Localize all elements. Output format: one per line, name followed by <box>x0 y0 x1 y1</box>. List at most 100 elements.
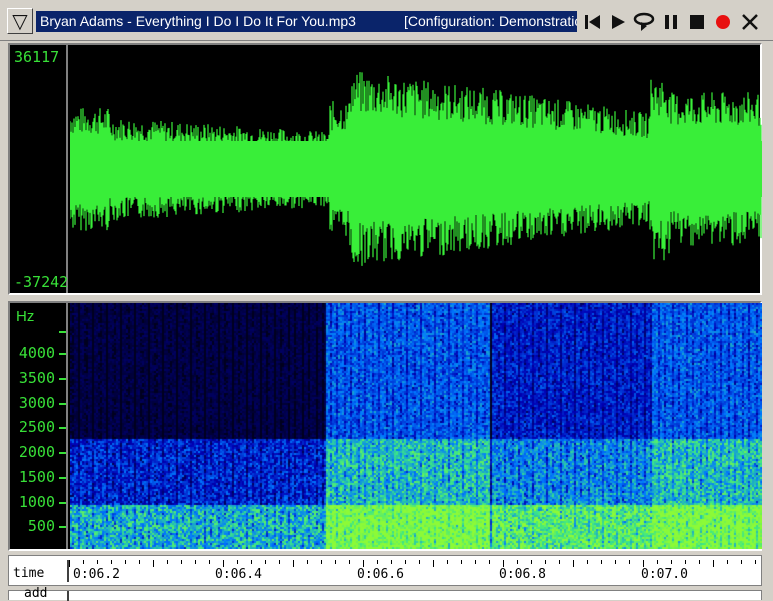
time-tick <box>475 560 476 564</box>
time-tick <box>615 560 616 564</box>
frequency-tick <box>59 502 66 504</box>
time-tick <box>307 560 308 564</box>
time-tick <box>587 560 588 564</box>
spectrogram-axis: Hz 4000 3500 3000 2500 2000 1500 1000 500 <box>10 303 68 549</box>
time-tick <box>671 560 672 564</box>
waveform-graph <box>70 72 762 266</box>
stop-button[interactable] <box>685 10 709 34</box>
frequency-tick <box>59 526 66 528</box>
time-tick <box>713 560 714 567</box>
annotation-row[interactable]: add <box>8 586 762 601</box>
time-tick <box>265 560 266 564</box>
time-tick <box>335 560 336 564</box>
time-tick <box>97 560 98 564</box>
spectrogram-panel[interactable]: Hz 4000 3500 3000 2500 2000 1500 1000 500 <box>8 301 762 551</box>
record-button[interactable] <box>711 10 735 34</box>
chevron-down-icon: ▽ <box>12 9 28 33</box>
time-tick <box>83 560 84 564</box>
file-title-field[interactable]: Bryan Adams - Everything I Do I Do It Fo… <box>36 11 577 32</box>
time-tick <box>251 560 252 564</box>
title-bar: ▽ Bryan Adams - Everything I Do I Do It … <box>0 0 773 41</box>
annotation-row-label: add <box>24 586 48 601</box>
play-loop-button[interactable] <box>632 10 656 34</box>
time-tick <box>433 560 434 567</box>
time-tick <box>741 560 742 564</box>
time-tick <box>167 560 168 564</box>
menu-dropdown-button[interactable]: ▽ <box>7 8 33 34</box>
pause-icon <box>665 15 677 29</box>
frequency-tick-label: 2500 <box>18 418 55 436</box>
waveform-max-label: 36117 <box>14 48 60 66</box>
time-tick <box>503 560 504 567</box>
play-icon <box>612 15 625 29</box>
time-tick <box>349 560 350 564</box>
time-tick <box>293 560 294 567</box>
time-tick-label: 0:06.8 <box>499 567 546 582</box>
pause-button[interactable] <box>659 10 683 34</box>
frequency-tick <box>59 427 66 429</box>
time-tick <box>69 560 70 567</box>
frequency-tick-label: 3500 <box>18 369 55 387</box>
frequency-tick-label: 1000 <box>18 493 55 511</box>
time-tick <box>363 560 364 567</box>
time-tick <box>517 560 518 564</box>
time-tick <box>601 560 602 564</box>
frequency-tick-label: 1500 <box>18 468 55 486</box>
play-loop-icon <box>633 12 655 31</box>
time-ruler[interactable]: time 0:06.2 0:06.4 0:06.6 0:06.8 0:07.0 <box>8 555 762 586</box>
play-button[interactable] <box>606 10 630 34</box>
configuration-label: [Configuration: Demonstration <box>404 13 577 29</box>
skip-to-start-icon <box>585 15 600 29</box>
time-tick <box>391 560 392 564</box>
frequency-tick-label: 3000 <box>18 394 55 412</box>
time-tick <box>223 560 224 567</box>
time-tick <box>573 560 574 567</box>
frequency-tick <box>59 331 66 333</box>
time-tick <box>419 560 420 564</box>
close-icon <box>742 14 758 30</box>
time-tick <box>629 560 630 564</box>
time-tick <box>727 560 728 564</box>
frequency-tick-label: 500 <box>27 517 55 535</box>
time-tick <box>559 560 560 564</box>
time-tick <box>447 560 448 564</box>
time-tick-label: 0:07.0 <box>641 567 688 582</box>
time-tick <box>531 560 532 564</box>
time-tick <box>461 560 462 564</box>
time-tick <box>153 560 154 567</box>
time-tick <box>489 560 490 564</box>
waveform-core <box>70 141 762 197</box>
frequency-tick-label: 4000 <box>18 344 55 362</box>
time-tick-label: 0:06.2 <box>73 567 120 582</box>
spectrogram-image <box>70 303 762 549</box>
close-button[interactable] <box>738 10 762 34</box>
time-tick <box>545 560 546 564</box>
spectrogram-view[interactable] <box>70 303 762 549</box>
time-tick <box>139 560 140 564</box>
time-tick <box>237 560 238 564</box>
record-icon <box>716 15 730 29</box>
time-tick <box>125 560 126 564</box>
frequency-tick-label: 2000 <box>18 443 55 461</box>
time-tick <box>755 560 756 564</box>
waveform-panel[interactable]: 36117 -37242 <box>8 43 762 295</box>
time-tick <box>181 560 182 564</box>
waveform-view[interactable] <box>70 45 762 293</box>
frequency-tick <box>59 353 66 355</box>
time-tick <box>657 560 658 564</box>
time-tick <box>377 560 378 564</box>
time-tick <box>699 560 700 564</box>
frequency-tick <box>59 378 66 380</box>
time-tick <box>111 560 112 564</box>
time-tick-label: 0:06.6 <box>357 567 404 582</box>
frequency-tick <box>59 403 66 405</box>
stop-icon <box>690 15 704 29</box>
frequency-tick <box>59 452 66 454</box>
waveform-axis: 36117 -37242 <box>10 45 68 293</box>
time-tick <box>685 560 686 564</box>
time-tick <box>405 560 406 564</box>
time-tick <box>195 560 196 564</box>
time-tick <box>321 560 322 564</box>
skip-to-start-button[interactable] <box>581 10 605 34</box>
waveform-min-label: -37242 <box>14 273 69 291</box>
